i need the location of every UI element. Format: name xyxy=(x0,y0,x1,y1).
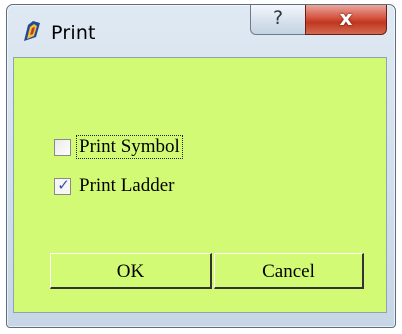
title-bar[interactable]: Print ? x xyxy=(7,5,395,59)
cancel-button-label: Cancel xyxy=(262,261,315,282)
app-icon xyxy=(24,21,40,41)
print-symbol-checkbox[interactable] xyxy=(54,139,71,156)
cancel-button[interactable]: Cancel xyxy=(214,253,364,289)
print-ladder-checkbox[interactable]: ✓ xyxy=(54,176,71,195)
print-symbol-label[interactable]: Print Symbol xyxy=(76,135,183,159)
help-icon: ? xyxy=(272,7,284,29)
ok-button-label: OK xyxy=(116,261,145,282)
close-button[interactable]: x xyxy=(305,5,387,35)
help-button[interactable]: ? xyxy=(250,5,306,35)
dialog-content: Print Symbol ✓ Print Ladder OK Cancel xyxy=(13,57,387,313)
close-icon: x xyxy=(339,6,353,30)
window-title: Print xyxy=(51,22,96,44)
checkmark-icon: ✓ xyxy=(57,176,70,194)
print-ladder-label[interactable]: Print Ladder xyxy=(77,175,177,197)
ok-button[interactable]: OK xyxy=(50,253,212,289)
print-dialog: Print ? x Print Symbol ✓ Print Ladder OK… xyxy=(6,4,396,328)
